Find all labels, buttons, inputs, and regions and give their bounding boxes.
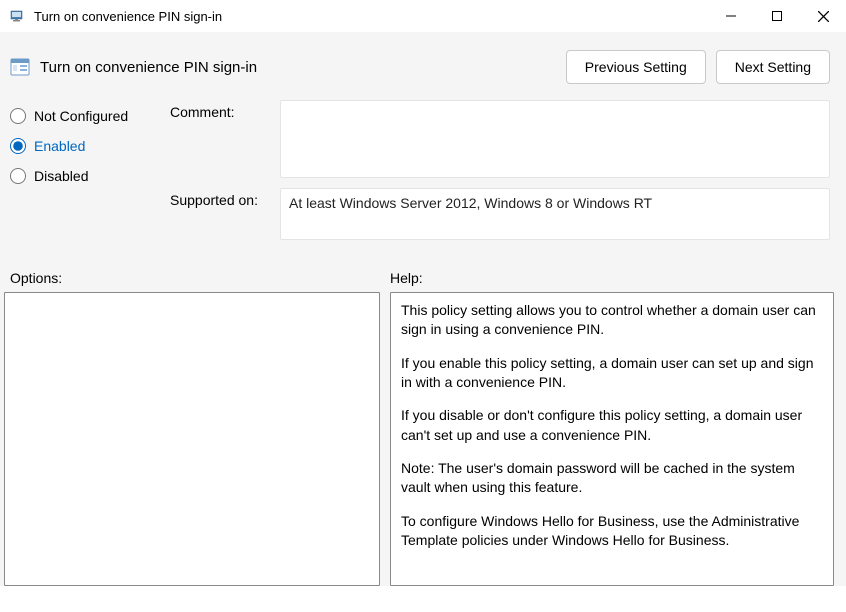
supported-label: Supported on:	[170, 188, 280, 240]
panels: This policy setting allows you to contro…	[0, 292, 846, 586]
state-column: Not Configured Enabled Disabled	[10, 100, 170, 250]
options-panel	[4, 292, 380, 586]
fields-column: Comment: Supported on: At least Windows …	[170, 100, 830, 250]
help-paragraph: If you disable or don't configure this p…	[401, 406, 823, 445]
help-paragraph: Note: The user's domain password will be…	[401, 459, 823, 498]
help-paragraph: This policy setting allows you to contro…	[401, 301, 823, 340]
next-setting-button[interactable]: Next Setting	[716, 50, 830, 84]
maximize-button[interactable]	[754, 0, 800, 32]
header: Turn on convenience PIN sign-in Previous…	[0, 32, 846, 94]
comment-row: Comment:	[170, 100, 830, 178]
radio-not-configured-label: Not Configured	[34, 108, 128, 124]
supported-on-text: At least Windows Server 2012, Windows 8 …	[280, 188, 830, 240]
supported-row: Supported on: At least Windows Server 20…	[170, 188, 830, 240]
titlebar: Turn on convenience PIN sign-in	[0, 0, 846, 32]
help-label: Help:	[390, 270, 423, 286]
previous-setting-button[interactable]: Previous Setting	[566, 50, 706, 84]
radio-not-configured[interactable]: Not Configured	[10, 108, 170, 124]
help-panel[interactable]: This policy setting allows you to contro…	[390, 292, 834, 586]
window-title: Turn on convenience PIN sign-in	[34, 9, 708, 24]
radio-disabled[interactable]: Disabled	[10, 168, 170, 184]
comment-input[interactable]	[280, 100, 830, 178]
options-label: Options:	[10, 270, 390, 286]
radio-enabled[interactable]: Enabled	[10, 138, 170, 154]
panel-labels: Options: Help:	[0, 256, 846, 292]
policy-title: Turn on convenience PIN sign-in	[40, 59, 556, 76]
config-area: Not Configured Enabled Disabled Comment:…	[0, 94, 846, 256]
help-paragraph: If you enable this policy setting, a dom…	[401, 354, 823, 393]
window-controls	[708, 0, 846, 32]
radio-enabled-label: Enabled	[34, 138, 85, 154]
close-button[interactable]	[800, 0, 846, 32]
policy-setting-icon	[10, 57, 30, 77]
minimize-button[interactable]	[708, 0, 754, 32]
radio-disabled-input[interactable]	[10, 168, 26, 184]
radio-enabled-input[interactable]	[10, 138, 26, 154]
comment-label: Comment:	[170, 100, 280, 178]
radio-disabled-label: Disabled	[34, 168, 88, 184]
help-paragraph: To configure Windows Hello for Business,…	[401, 512, 823, 551]
radio-not-configured-input[interactable]	[10, 108, 26, 124]
policy-icon	[10, 8, 26, 24]
